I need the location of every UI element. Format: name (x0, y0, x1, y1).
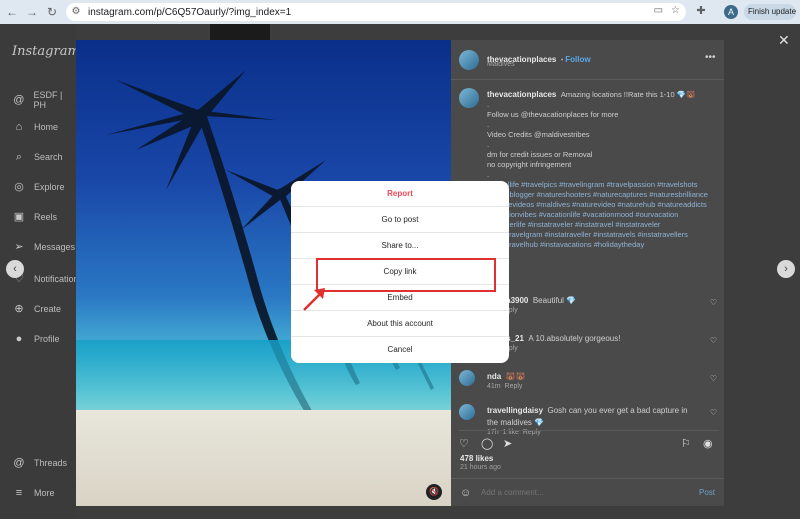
caption-username[interactable]: thevacationplaces (487, 90, 556, 99)
reply-link[interactable]: Reply (505, 383, 523, 390)
sidebar-item-more[interactable]: ≡ More (12, 486, 55, 500)
like-comment-icon[interactable]: ♡ (710, 374, 717, 383)
instagram-logo[interactable]: Instagram (12, 44, 80, 59)
caption-avatar[interactable] (459, 88, 479, 108)
sidebar-item-threads[interactable]: @ Threads (12, 456, 67, 470)
reload-icon[interactable]: ↻ (44, 4, 60, 20)
url-text[interactable]: instagram.com/p/C6Q57Oaurly/?img_index=1 (88, 7, 291, 18)
sidebar-item-reels[interactable]: ▣ Reels (12, 210, 57, 224)
threads-icon: @ (13, 457, 25, 469)
plus-icon: ⊕ (14, 303, 24, 315)
finish-update-button[interactable]: Finish update (744, 4, 796, 20)
search-icon: ⌕ (15, 151, 23, 163)
like-comment-icon[interactable]: ♡ (710, 336, 717, 345)
share-to-button[interactable]: Share to... (291, 233, 509, 259)
close-icon[interactable]: ✕ (778, 32, 790, 49)
compass-icon: ◎ (14, 181, 24, 193)
sidebar-item-home[interactable]: ⌂ Home (12, 120, 58, 134)
install-app-icon[interactable]: ▭ (654, 5, 663, 16)
likes-count[interactable]: 478 likes (460, 454, 493, 463)
comment-icon[interactable]: ◯ (481, 437, 493, 450)
copy-link-highlight (316, 258, 496, 292)
sidebar-item-account[interactable]: @ ESDF | PH (12, 90, 76, 110)
beach-sand (76, 410, 451, 506)
comment-input[interactable] (481, 488, 681, 497)
bookmark-star-icon[interactable]: ☆ (671, 5, 680, 16)
reels-icon: ▣ (13, 211, 25, 223)
add-comment-bar: ☺ Post (451, 478, 724, 506)
sidebar-item-messages[interactable]: ➢ Messages (12, 240, 75, 254)
browser-toolbar: ← → ↻ ⚙ instagram.com/p/C6Q57Oaurly/?img… (0, 0, 800, 24)
profile-avatar[interactable]: A (724, 5, 738, 19)
post-location[interactable]: Maldives (487, 61, 515, 68)
post-actions: ♡ ◯ ➤ ⚐ ◉ (459, 430, 719, 450)
forward-icon[interactable]: → (24, 4, 40, 20)
home-icon: ⌂ (15, 121, 23, 133)
sidebar-item-notifications[interactable]: ♡ Notifications (12, 272, 83, 286)
threads-logo-icon: @ (13, 94, 25, 106)
like-comment-icon[interactable]: ♡ (710, 298, 717, 307)
messenger-icon: ➢ (14, 241, 24, 253)
commenter-avatar[interactable] (459, 404, 475, 420)
commenter-avatar[interactable] (459, 370, 475, 386)
report-button[interactable]: Report (291, 181, 509, 207)
post-header: thevacationplaces • Follow Maldives ••• (451, 40, 724, 80)
sidebar-item-create[interactable]: ⊕ Create (12, 302, 61, 316)
about-account-button[interactable]: About this account (291, 311, 509, 337)
address-bar[interactable]: ⚙ instagram.com/p/C6Q57Oaurly/?img_index… (66, 3, 686, 21)
back-icon[interactable]: ← (4, 4, 20, 20)
save-bookmark-icon[interactable]: ⚐ (681, 437, 691, 450)
annotation-arrow-icon (303, 288, 325, 311)
avatar-icon: ● (15, 333, 23, 345)
author-avatar[interactable] (459, 50, 479, 70)
follow-button[interactable]: Follow (565, 55, 590, 64)
caption-hashtags[interactable]: #travellife #travelpics #travelingram #t… (487, 180, 715, 250)
like-comment-icon[interactable]: ♡ (710, 408, 717, 417)
like-icon[interactable]: ♡ (459, 437, 469, 450)
mute-icon[interactable]: 🔇 (426, 484, 442, 500)
previous-post-icon[interactable]: ‹ (6, 260, 24, 278)
site-info-icon[interactable]: ⚙ (70, 6, 82, 18)
post-comment-button[interactable]: Post (699, 488, 715, 497)
sidebar-item-explore[interactable]: ◎ Explore (12, 180, 64, 194)
share-icon[interactable]: ➤ (503, 437, 512, 450)
more-options-icon[interactable]: ••• (705, 52, 716, 63)
extensions-icon[interactable]: ✚ (694, 4, 708, 18)
post-timestamp: 21 hours ago (460, 464, 501, 471)
menu-icon: ≡ (15, 487, 23, 499)
background-image-strip (210, 24, 270, 40)
post-caption: thevacationplaces Amazing locations !!Ra… (487, 88, 715, 270)
cancel-button[interactable]: Cancel (291, 337, 509, 363)
emoji-icon[interactable]: ☺ (460, 487, 471, 499)
sidebar-item-search[interactable]: ⌕ Search (12, 150, 63, 164)
go-to-post-button[interactable]: Go to post (291, 207, 509, 233)
user-avatar-icon[interactable]: ◉ (703, 437, 713, 450)
next-post-icon[interactable]: › (777, 260, 795, 278)
sidebar-item-profile[interactable]: ● Profile (12, 332, 60, 346)
